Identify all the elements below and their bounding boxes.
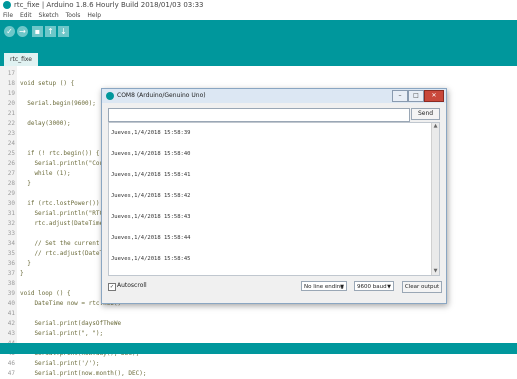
close-button[interactable]: ✕ bbox=[424, 90, 444, 102]
menu-file[interactable]: File bbox=[3, 12, 13, 19]
serial-output-line: Jueves,1/4/2018 15:58:42 bbox=[111, 193, 191, 199]
code-text: Serial.print(daysOfTheWe bbox=[20, 320, 122, 327]
line-number: 21 bbox=[7, 110, 15, 117]
line-number: 31 bbox=[7, 210, 15, 217]
line-number: 36 bbox=[7, 260, 15, 267]
upload-button[interactable]: → bbox=[17, 26, 28, 37]
chevron-down-icon: ▼ bbox=[340, 284, 344, 290]
code-text: void setup () { bbox=[20, 80, 75, 87]
send-button[interactable]: Send bbox=[411, 108, 440, 120]
check-icon: ✓ bbox=[6, 27, 13, 36]
verify-button[interactable]: ✓ bbox=[4, 26, 15, 37]
line-number: 47 bbox=[7, 370, 15, 377]
serial-send-input[interactable] bbox=[108, 108, 410, 122]
line-number: 27 bbox=[7, 170, 15, 177]
line-number: 35 bbox=[7, 250, 15, 257]
line-number: 37 bbox=[7, 270, 15, 277]
save-icon: ↓ bbox=[60, 27, 67, 36]
serial-output-line: Jueves,1/4/2018 15:58:41 bbox=[111, 172, 191, 178]
line-number: 32 bbox=[7, 220, 15, 227]
line-number: 18 bbox=[7, 80, 15, 87]
line-number: 41 bbox=[7, 310, 15, 317]
line-number: 30 bbox=[7, 200, 15, 207]
code-text: Serial.print('/'); bbox=[20, 360, 100, 367]
output-scrollbar[interactable]: ▲ ▼ bbox=[431, 123, 439, 275]
line-number: 29 bbox=[7, 190, 15, 197]
serial-title: COM8 (Arduino/Genuino Uno) bbox=[117, 92, 206, 99]
open-icon: ↑ bbox=[47, 27, 54, 36]
code-text: if (rtc.lostPower()) { bbox=[20, 200, 107, 207]
code-text: void loop () { bbox=[20, 290, 71, 297]
line-number: 23 bbox=[7, 130, 15, 137]
serial-output-line: Jueves,1/4/2018 15:58:44 bbox=[111, 235, 191, 241]
line-ending-select[interactable]: No line ending ▼ bbox=[301, 281, 347, 291]
line-number: 40 bbox=[7, 300, 15, 307]
menu-bar: File Edit Sketch Tools Help bbox=[0, 11, 517, 20]
code-text: Serial.begin(9600); bbox=[20, 100, 96, 107]
line-number: 22 bbox=[7, 120, 15, 127]
maximize-button[interactable]: □ bbox=[408, 90, 424, 102]
window-title: rtc_fixe | Arduino 1.8.6 Hourly Build 20… bbox=[14, 1, 204, 9]
line-number: 42 bbox=[7, 320, 15, 327]
line-number: 24 bbox=[7, 140, 15, 147]
menu-tools[interactable]: Tools bbox=[66, 12, 81, 19]
menu-help[interactable]: Help bbox=[87, 12, 101, 19]
serial-output-line: Jueves,1/4/2018 15:58:40 bbox=[111, 151, 191, 157]
line-ending-value: No line ending bbox=[304, 284, 344, 290]
serial-output-line: Jueves,1/4/2018 15:58:43 bbox=[111, 214, 191, 220]
line-number: 19 bbox=[7, 90, 15, 97]
line-number: 39 bbox=[7, 290, 15, 297]
toolbar: ✓ → ▪ ↑ ↓ bbox=[0, 20, 517, 50]
menu-sketch[interactable]: Sketch bbox=[39, 12, 59, 19]
code-text: Serial.print(now.month(), DEC); bbox=[20, 370, 147, 377]
status-bar bbox=[0, 343, 517, 354]
line-number: 43 bbox=[7, 330, 15, 337]
checkmark-icon: ✓ bbox=[109, 284, 115, 290]
code-text: Serial.print(", "); bbox=[20, 330, 104, 337]
code-text: } bbox=[20, 270, 24, 277]
new-file-icon: ▪ bbox=[34, 27, 41, 36]
line-number: 46 bbox=[7, 360, 15, 367]
serial-output-line: Jueves,1/4/2018 15:58:45 bbox=[111, 256, 191, 262]
scroll-down-icon[interactable]: ▼ bbox=[432, 268, 439, 275]
save-button[interactable]: ↓ bbox=[58, 26, 69, 37]
arrow-right-icon: → bbox=[19, 27, 26, 36]
line-number: 25 bbox=[7, 150, 15, 157]
serial-output: Jueves,1/4/2018 15:58:39 Jueves,1/4/2018 … bbox=[108, 122, 440, 276]
arduino-icon bbox=[106, 92, 114, 100]
serial-output-line: Jueves,1/4/2018 15:58:39 bbox=[111, 130, 191, 136]
new-button[interactable]: ▪ bbox=[32, 26, 43, 37]
menu-edit[interactable]: Edit bbox=[20, 12, 32, 19]
code-text: } bbox=[20, 260, 31, 267]
window-title-bar: rtc_fixe | Arduino 1.8.6 Hourly Build 20… bbox=[0, 0, 517, 11]
code-text: if (! rtc.begin()) { bbox=[20, 150, 100, 157]
serial-title-bar: COM8 (Arduino/Genuino Uno) – □ ✕ bbox=[102, 89, 446, 103]
line-number: 20 bbox=[7, 100, 15, 107]
tab-rtc-fixe[interactable]: rtc_fixe bbox=[4, 53, 38, 66]
autoscroll-label: Autoscroll bbox=[117, 282, 147, 289]
line-number: 17 bbox=[7, 70, 15, 77]
code-text: delay(3000); bbox=[20, 120, 71, 127]
line-number: 33 bbox=[7, 230, 15, 237]
autoscroll-checkbox[interactable]: ✓ bbox=[108, 283, 116, 291]
line-number: 38 bbox=[7, 280, 15, 287]
open-button[interactable]: ↑ bbox=[45, 26, 56, 37]
scroll-up-icon[interactable]: ▲ bbox=[432, 123, 439, 130]
serial-monitor-window: COM8 (Arduino/Genuino Uno) – □ ✕ Send Ju… bbox=[101, 88, 447, 304]
baud-rate-value: 9600 baud bbox=[357, 284, 387, 290]
clear-output-button[interactable]: Clear output bbox=[402, 281, 442, 293]
line-number: 34 bbox=[7, 240, 15, 247]
arduino-icon bbox=[3, 1, 11, 9]
serial-options-bar: ✓ Autoscroll No line ending ▼ 9600 baud ▼ … bbox=[102, 278, 446, 296]
code-text: } bbox=[20, 180, 31, 187]
chevron-down-icon: ▼ bbox=[387, 284, 391, 290]
code-text: while (1); bbox=[20, 170, 71, 177]
line-number: 26 bbox=[7, 160, 15, 167]
minimize-button[interactable]: – bbox=[392, 90, 408, 102]
line-number: 28 bbox=[7, 180, 15, 187]
baud-rate-select[interactable]: 9600 baud ▼ bbox=[354, 281, 394, 291]
tab-bar: rtc_fixe bbox=[0, 50, 517, 66]
